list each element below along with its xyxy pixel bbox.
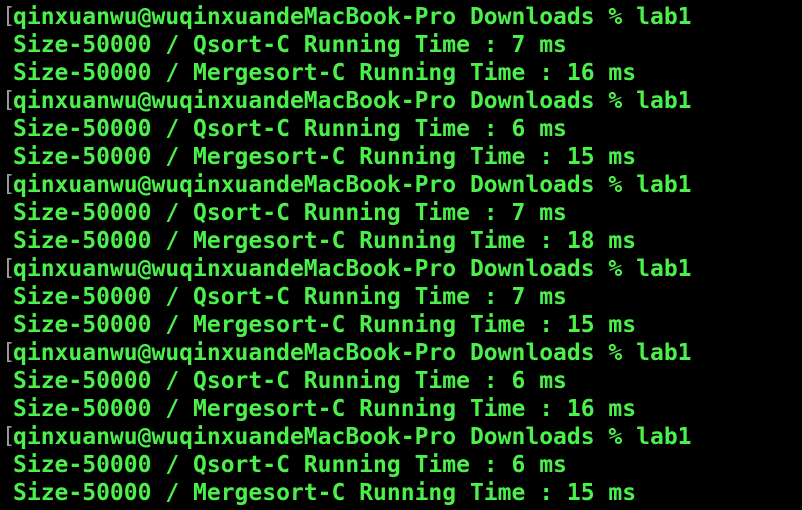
output-text: Size-50000 / Qsort-C Running Time : 7 ms — [13, 32, 567, 58]
terminal-output-line: Size-50000 / Qsort-C Running Time : 6 ms — [0, 115, 802, 143]
output-text: Size-50000 / Qsort-C Running Time : 7 ms — [13, 200, 567, 226]
prompt-bracket: [ — [2, 172, 16, 197]
terminal-prompt-line: [qinxuanwu@wuqinxuandeMacBook-Pro Downlo… — [0, 339, 802, 367]
prompt-bracket: [ — [2, 340, 16, 365]
terminal-prompt-line: [qinxuanwu@wuqinxuandeMacBook-Pro Downlo… — [0, 3, 802, 31]
terminal-output-line: Size-50000 / Mergesort-C Running Time : … — [0, 59, 802, 87]
prompt-text: qinxuanwu@wuqinxuandeMacBook-Pro Downloa… — [13, 172, 692, 198]
terminal-output-line: Size-50000 / Qsort-C Running Time : 7 ms — [0, 283, 802, 311]
prompt-text: qinxuanwu@wuqinxuandeMacBook-Pro Downloa… — [13, 424, 692, 450]
prompt-text: qinxuanwu@wuqinxuandeMacBook-Pro Downloa… — [13, 340, 692, 366]
prompt-text: qinxuanwu@wuqinxuandeMacBook-Pro Downloa… — [13, 4, 692, 30]
terminal-window[interactable]: [qinxuanwu@wuqinxuandeMacBook-Pro Downlo… — [0, 0, 802, 510]
prompt-text: qinxuanwu@wuqinxuandeMacBook-Pro Downloa… — [13, 88, 692, 114]
prompt-bracket: [ — [2, 4, 16, 29]
terminal-prompt-line: [qinxuanwu@wuqinxuandeMacBook-Pro Downlo… — [0, 171, 802, 199]
prompt-bracket: [ — [2, 424, 16, 449]
output-text: Size-50000 / Qsort-C Running Time : 7 ms — [13, 284, 567, 310]
output-text: Size-50000 / Mergesort-C Running Time : … — [13, 228, 637, 254]
terminal-prompt-line: [qinxuanwu@wuqinxuandeMacBook-Pro Downlo… — [0, 87, 802, 115]
terminal-output-line: Size-50000 / Qsort-C Running Time : 6 ms — [0, 451, 802, 479]
output-text: Size-50000 / Qsort-C Running Time : 6 ms — [13, 452, 567, 478]
terminal-prompt-line: [qinxuanwu@wuqinxuandeMacBook-Pro Downlo… — [0, 423, 802, 451]
terminal-output-line: Size-50000 / Qsort-C Running Time : 7 ms — [0, 199, 802, 227]
output-text: Size-50000 / Mergesort-C Running Time : … — [13, 312, 637, 338]
output-text: Size-50000 / Mergesort-C Running Time : … — [13, 144, 637, 170]
prompt-bracket: [ — [2, 88, 16, 113]
prompt-text: qinxuanwu@wuqinxuandeMacBook-Pro Downloa… — [13, 256, 692, 282]
output-text: Size-50000 / Mergesort-C Running Time : … — [13, 60, 637, 86]
terminal-output-line: Size-50000 / Mergesort-C Running Time : … — [0, 479, 802, 507]
prompt-bracket: [ — [2, 256, 16, 281]
terminal-output-line: Size-50000 / Mergesort-C Running Time : … — [0, 143, 802, 171]
terminal-prompt-line: [qinxuanwu@wuqinxuandeMacBook-Pro Downlo… — [0, 255, 802, 283]
terminal-output-line: Size-50000 / Qsort-C Running Time : 7 ms — [0, 31, 802, 59]
output-text: Size-50000 / Mergesort-C Running Time : … — [13, 480, 637, 506]
output-text: Size-50000 / Qsort-C Running Time : 6 ms — [13, 116, 567, 142]
terminal-output-line: Size-50000 / Mergesort-C Running Time : … — [0, 227, 802, 255]
terminal-output-line: Size-50000 / Mergesort-C Running Time : … — [0, 311, 802, 339]
output-text: Size-50000 / Mergesort-C Running Time : … — [13, 396, 637, 422]
terminal-output-line: Size-50000 / Qsort-C Running Time : 6 ms — [0, 367, 802, 395]
terminal-output-line: Size-50000 / Mergesort-C Running Time : … — [0, 395, 802, 423]
output-text: Size-50000 / Qsort-C Running Time : 6 ms — [13, 368, 567, 394]
